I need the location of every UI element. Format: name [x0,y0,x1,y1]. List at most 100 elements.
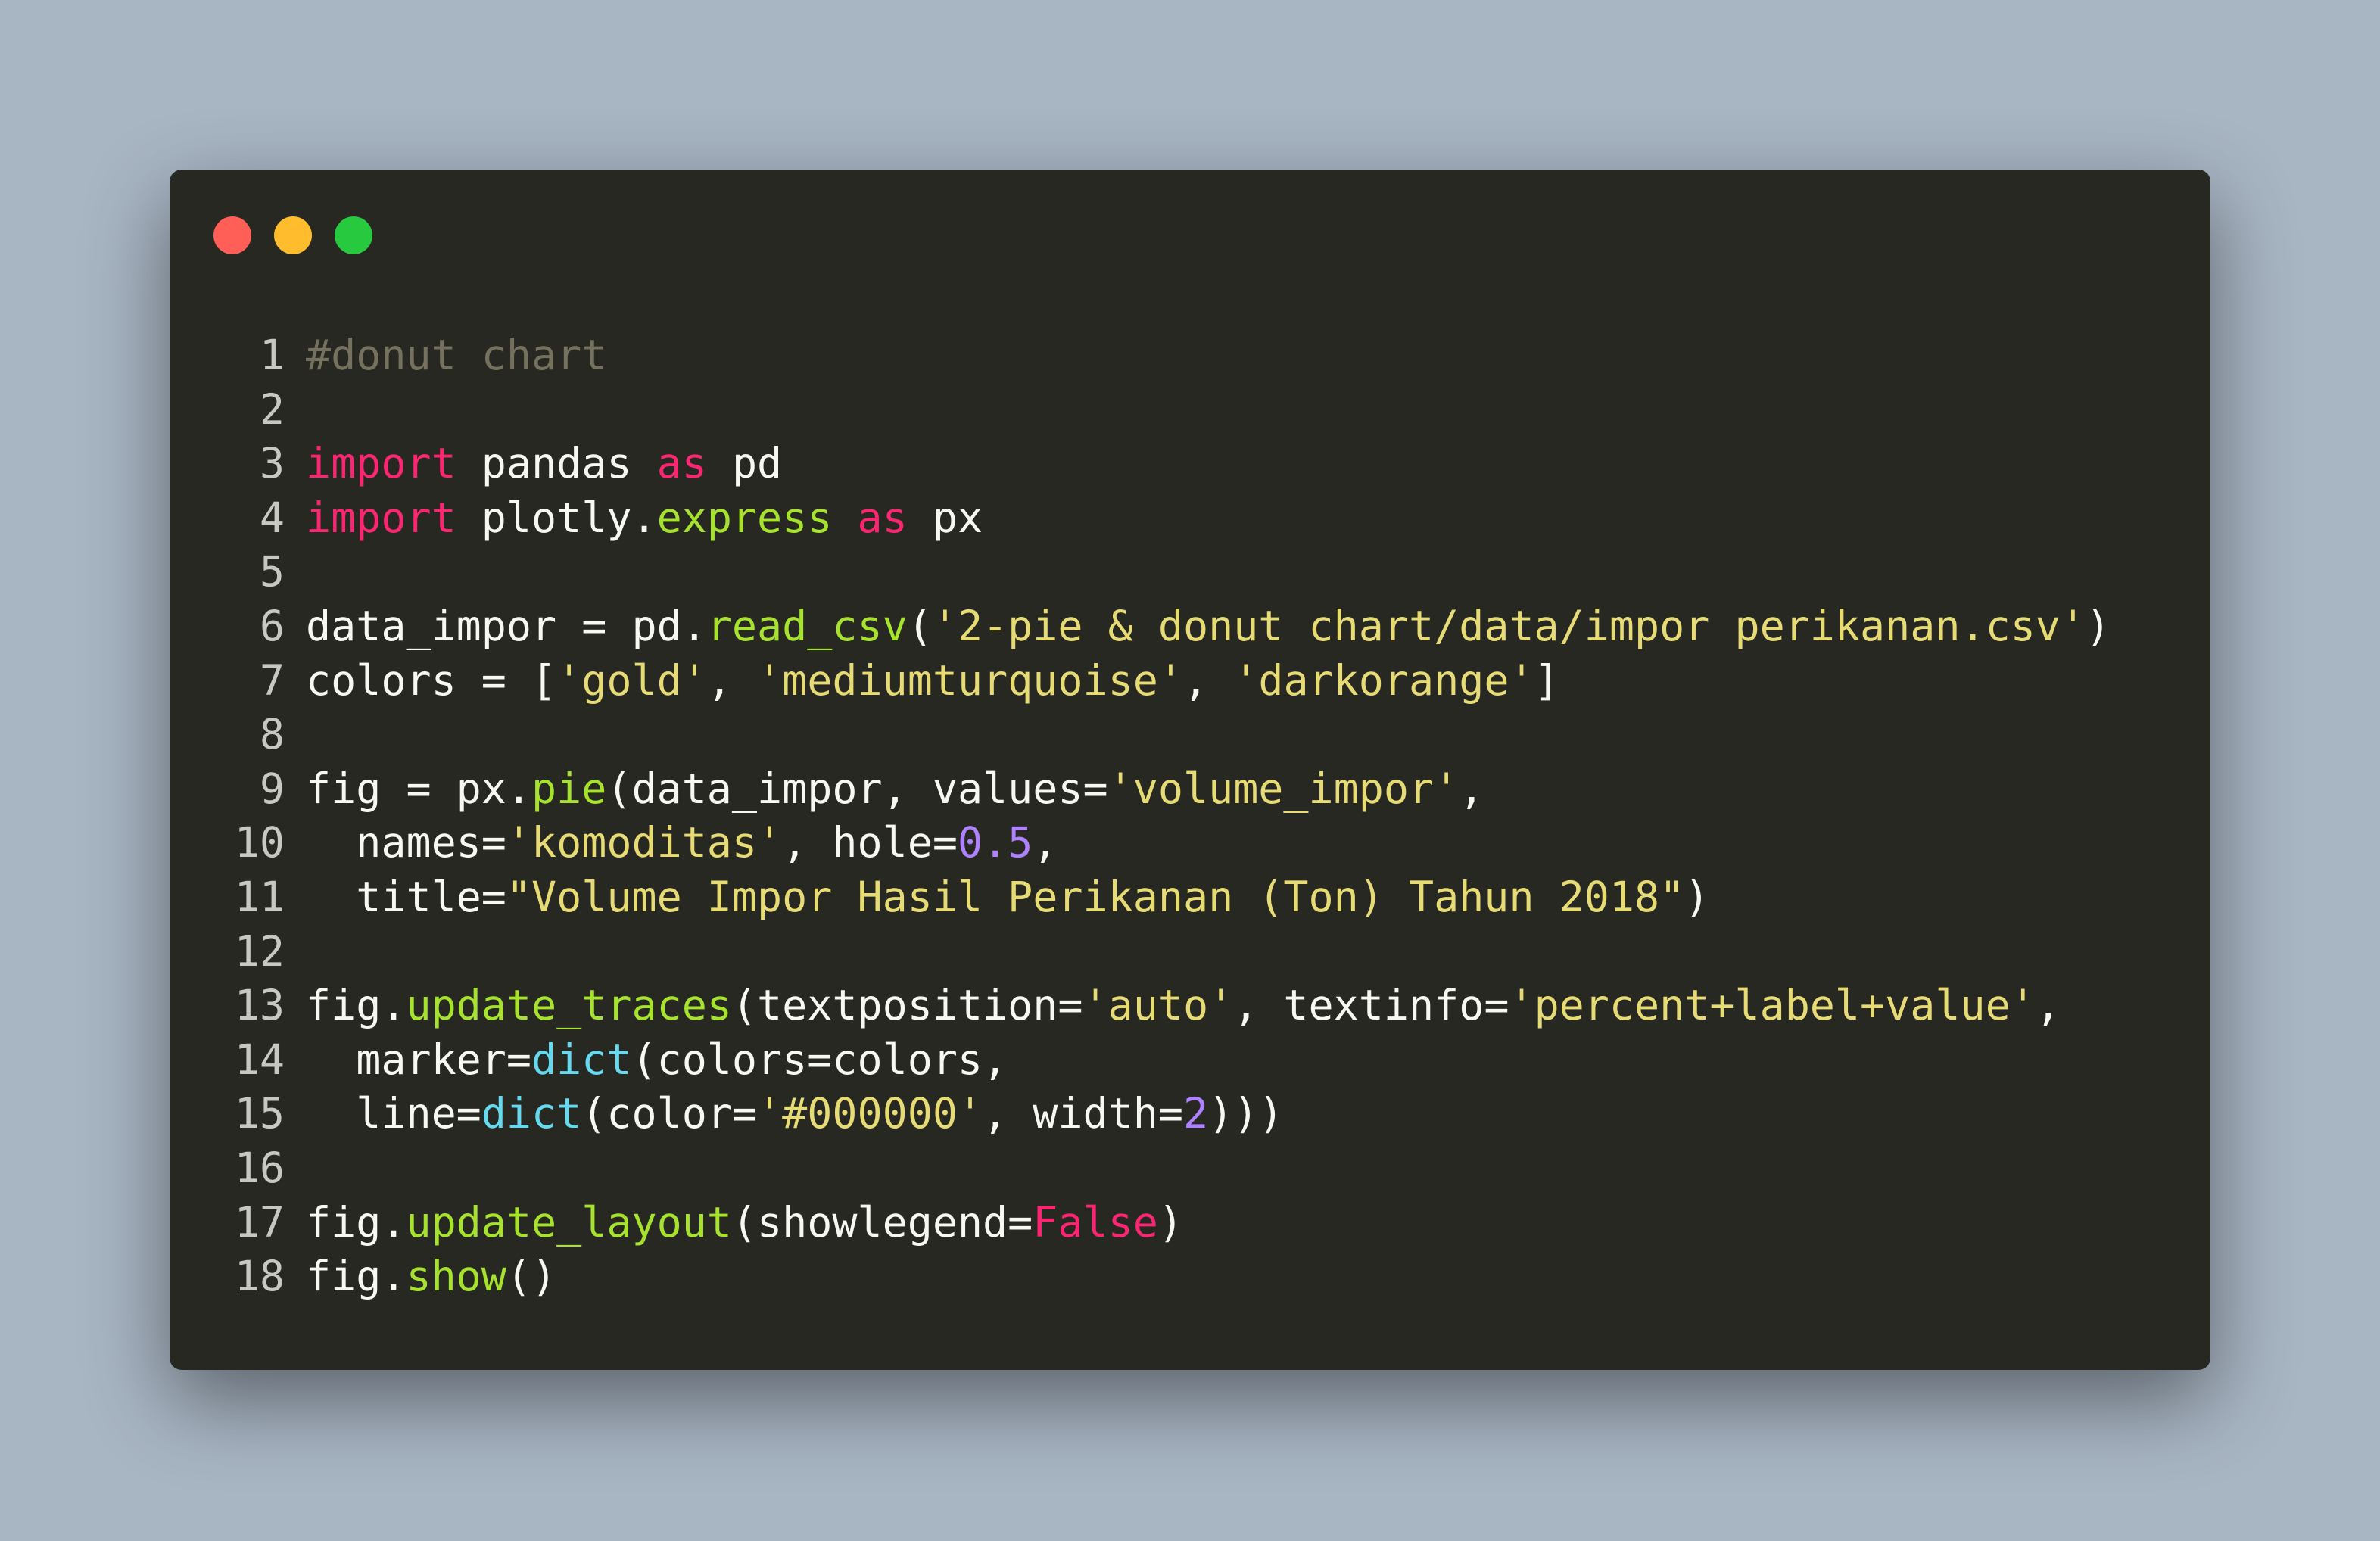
code-line: 7 colors = ['gold', 'mediumturquoise', 'd… [170,654,2210,708]
code-token-function: read_csv [706,601,908,650]
line-number: 6 [259,601,285,650]
code-token-text: , hole= [782,818,958,867]
code-token-keyword: import [306,493,456,542]
code-line: 18 fig.show() [170,1250,2210,1304]
code-token-text: (colors=colors, [631,1035,1008,1084]
code-token-text: colors = [ [306,655,557,705]
code-line: 16 [170,1141,2210,1196]
code-token-text: fig. [306,1252,407,1301]
code-token-text: , width= [983,1089,1183,1138]
code-token-text: , [1459,764,1484,813]
code-token-text: (textposition= [731,981,1083,1030]
code-token-string: 'mediumturquoise' [757,655,1183,705]
line-number: 18 [234,1252,285,1301]
code-line: 13 fig.update_traces(textposition='auto',… [170,979,2210,1033]
code-token-string: 'komoditas' [506,818,783,867]
code-token-string: 'auto' [1083,981,1234,1030]
code-token-text: ( [907,601,933,650]
line-number: 9 [259,764,285,813]
code-text: fig.update_layout(showlegend=False) [306,1196,1183,1250]
minimize-icon[interactable] [274,216,312,254]
code-token-text: line= [306,1089,481,1138]
code-token-text: (data_impor, values= [606,764,1108,813]
code-token-text: ) [2086,601,2111,650]
line-number: 3 [259,439,285,488]
code-token-string: 'volume_impor' [1107,764,1459,813]
code-token-text: (showlegend= [731,1197,1033,1247]
code-text: data_impor = pd.read_csv('2-pie & donut … [306,599,2111,654]
code-text: names='komoditas', hole=0.5, [306,816,1058,870]
code-token-number: 0.5 [957,818,1033,867]
code-line: 14 marker=dict(colors=colors, [170,1033,2210,1088]
code-token-string: '2-pie & donut chart/data/impor perikana… [932,601,2086,650]
code-token-comment: #donut chart [306,331,607,379]
code-line: 2 [170,383,2210,437]
line-number: 2 [259,384,285,434]
code-token-builtin: dict [531,1035,632,1084]
code-text: fig = px.pie(data_impor, values='volume_… [306,762,1484,817]
code-token-string: '#000000' [757,1089,983,1138]
line-number: 8 [259,710,285,759]
line-number: 14 [234,1035,285,1084]
code-line: 12 [170,925,2210,979]
zoom-icon[interactable] [335,216,372,254]
code-line: 3 import pandas as pd [170,437,2210,491]
code-token-text: names= [306,818,506,867]
code-text: line=dict(color='#000000', width=2))) [306,1087,1283,1141]
code-token-text: plotly. [456,493,657,542]
code-text: fig.update_traces(textposition='auto', t… [306,979,2061,1033]
code-text: fig.show() [306,1250,556,1304]
code-token-text: pd [706,439,783,488]
code-token-text: title= [306,872,506,921]
code-token-string: 'percent+label+value' [1509,981,2036,1030]
code-token-keyword: as [656,439,707,488]
close-icon[interactable] [213,216,251,254]
code-token-text: ) [1157,1197,1183,1247]
code-token-text: ))) [1208,1089,1284,1138]
code-token-string: "Volume Impor Hasil Perikanan (Ton) Tahu… [506,872,1685,921]
code-token-text: fig = px. [306,764,532,813]
code-token-text: , [1182,655,1234,705]
line-number: 13 [234,981,285,1030]
code-window: 1 #donut chart 2 3 import pandas as pd 4 impor… [170,170,2210,1370]
code-token-text: pandas [456,439,657,488]
line-number: 17 [234,1197,285,1247]
code-token-text: px [907,493,983,542]
code-line: 8 [170,708,2210,762]
code-text: colors = ['gold', 'mediumturquoise', 'da… [306,654,1559,708]
code-token-text: , textinfo= [1233,981,1509,1030]
code-token-function: show [406,1252,506,1301]
code-token-string: 'darkorange' [1233,655,1534,705]
code-token-keyword: False [1033,1197,1158,1247]
code-token-text: data_impor = pd. [306,601,707,650]
code-token-builtin: dict [481,1089,582,1138]
line-number: 10 [234,818,285,867]
code-line: 9 fig = px.pie(data_impor, values='volume… [170,762,2210,817]
code-token-text: fig. [306,981,407,1030]
code-token-text: () [506,1252,557,1301]
code-text: title="Volume Impor Hasil Perikanan (Ton… [306,870,1709,925]
code-text: import pandas as pd [306,437,782,491]
code-token-text: , [2035,981,2061,1030]
code-token-number: 2 [1182,1089,1209,1138]
line-number: 7 [259,655,285,705]
code-token-text: marker= [306,1035,532,1084]
code-token-function: update_traces [406,981,732,1030]
line-number: 11 [234,872,285,921]
code-line: 5 [170,545,2210,599]
code-token-text: , [1033,818,1058,867]
code-token-text: ) [1684,872,1710,921]
line-number: 4 [259,493,285,542]
line-number: 15 [234,1089,285,1138]
line-number: 12 [234,926,285,976]
code-line: 1 #donut chart [170,328,2210,383]
code-text: marker=dict(colors=colors, [306,1033,1008,1088]
code-line: 10 names='komoditas', hole=0.5, [170,816,2210,870]
code-line: 17 fig.update_layout(showlegend=False) [170,1196,2210,1250]
code-token-text: fig. [306,1197,407,1247]
code-token-keyword: as [857,493,908,542]
code-token-function: pie [531,764,607,813]
line-number: 5 [259,547,285,596]
line-number: 16 [234,1143,285,1192]
code-token-string: 'gold' [556,655,707,705]
